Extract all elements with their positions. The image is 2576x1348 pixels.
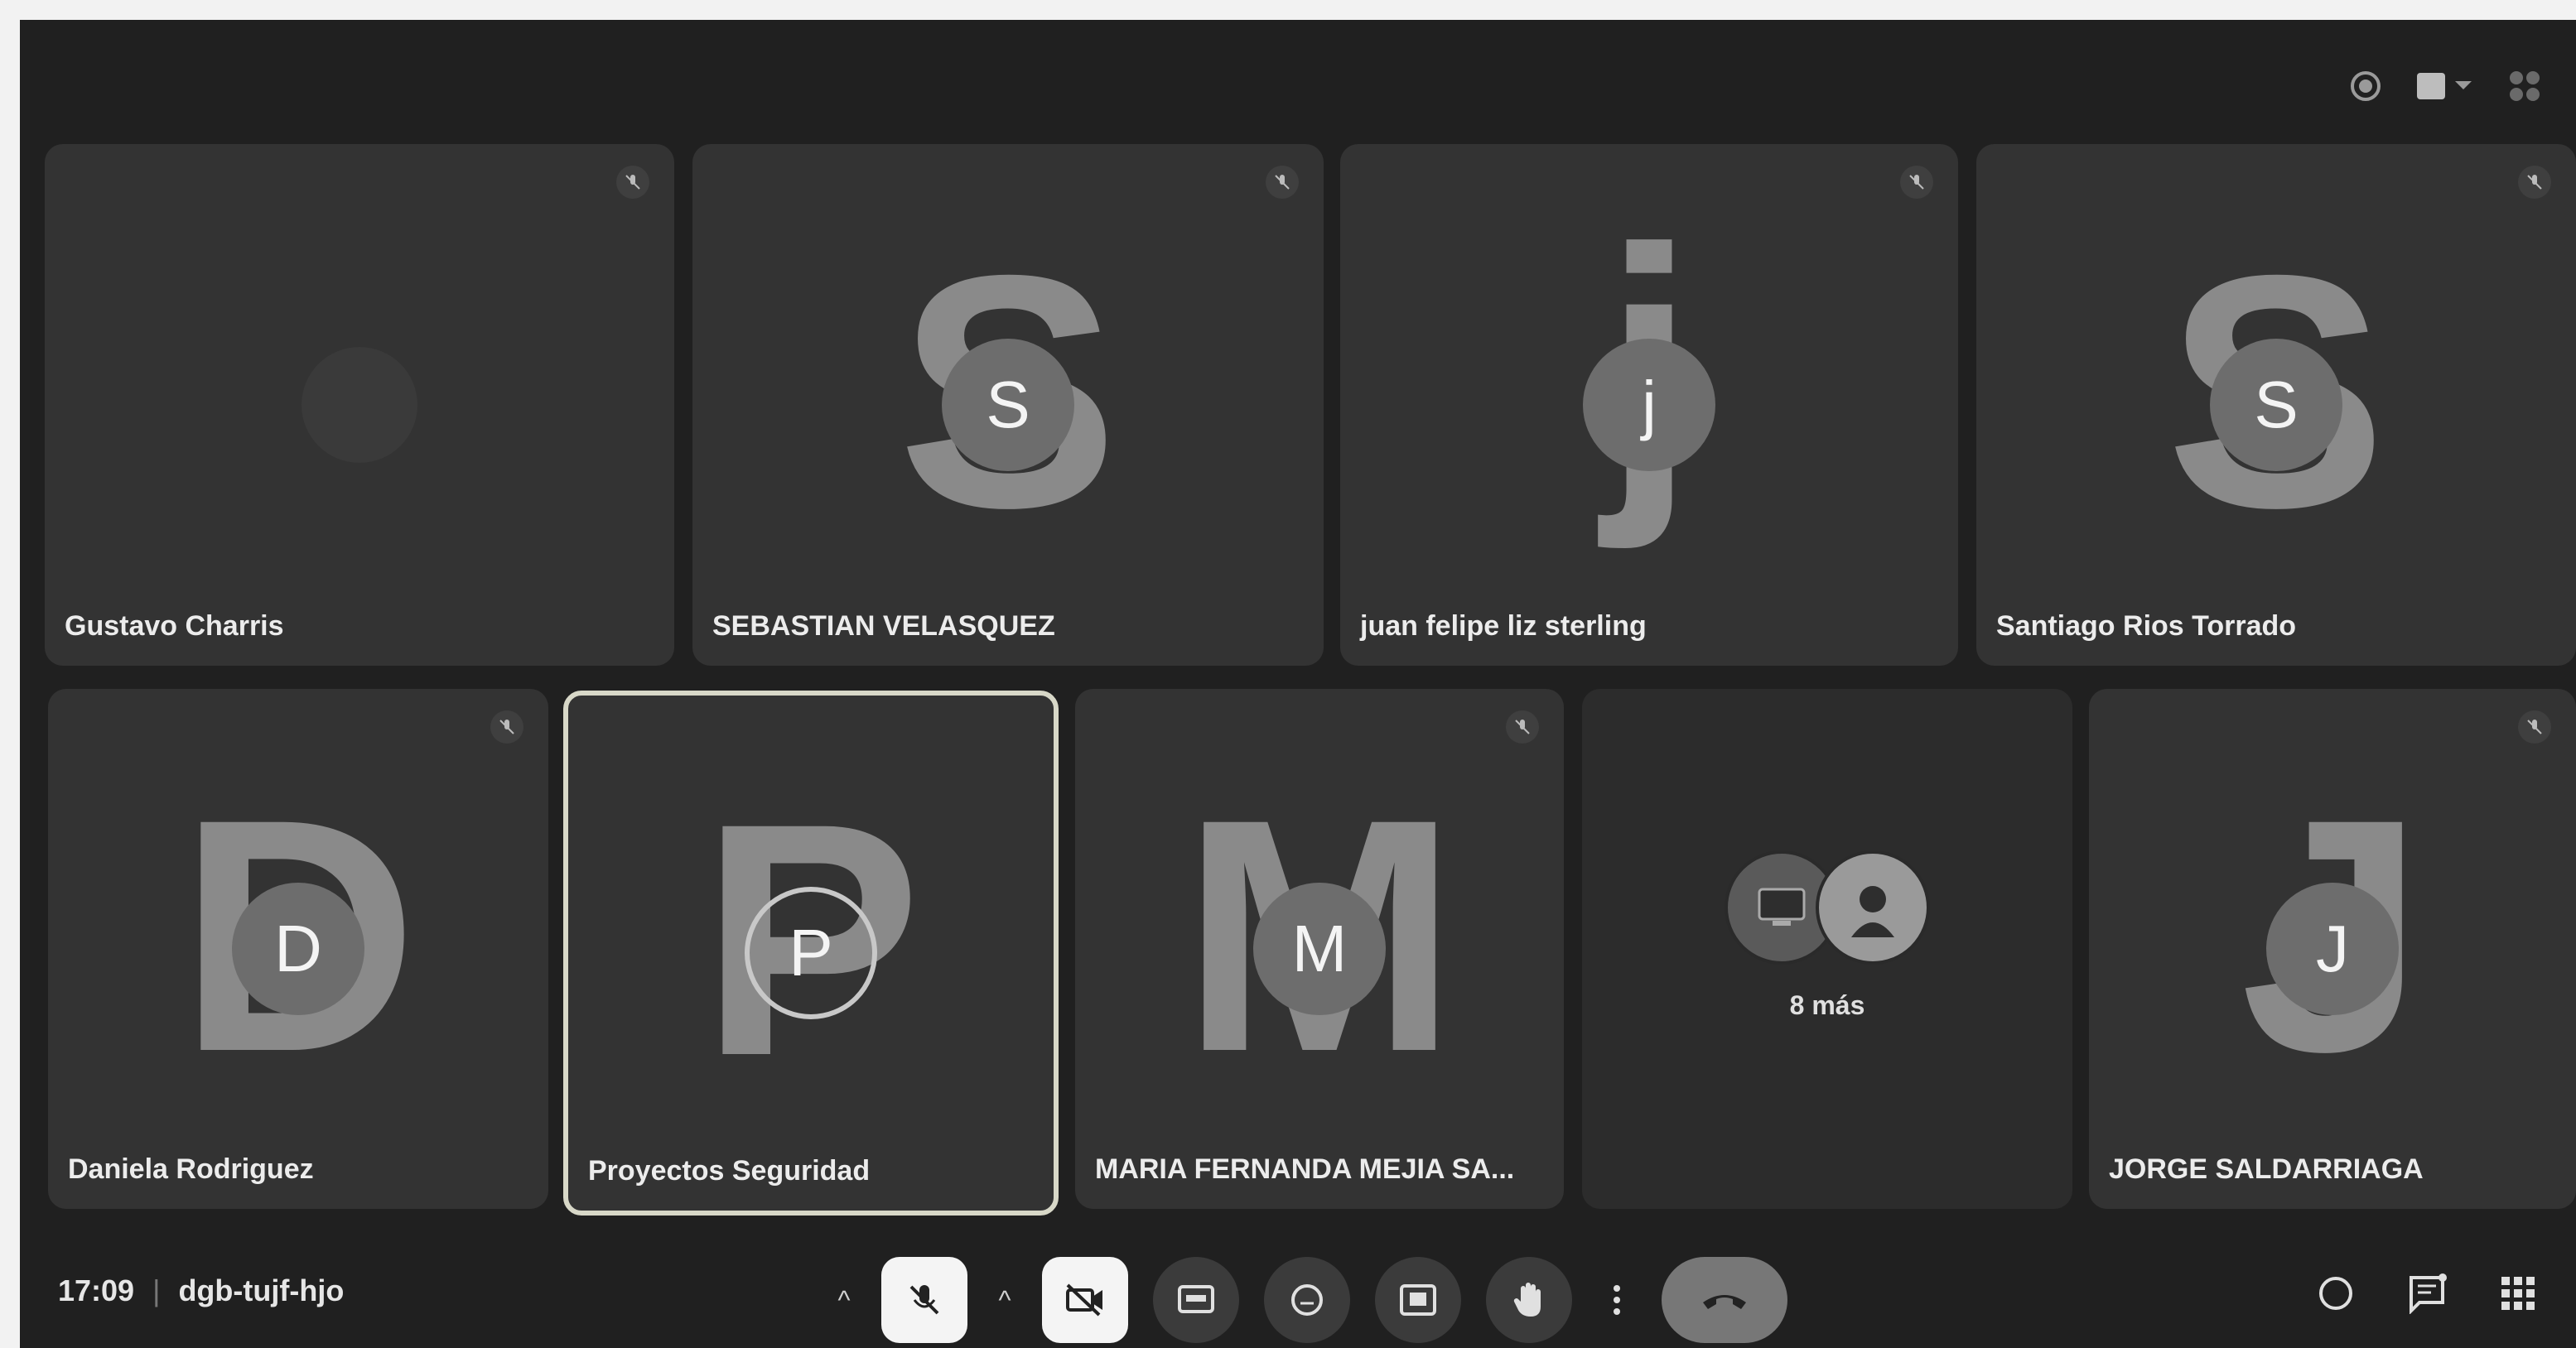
more-avatars — [1725, 850, 1930, 965]
meeting-code: dgb-tujf-hjo — [178, 1273, 345, 1307]
divider: | — [152, 1273, 161, 1307]
participant-tile[interactable]: Gustavo Charris — [45, 144, 674, 666]
chat-button[interactable] — [2402, 1269, 2452, 1318]
record-indicator-icon[interactable] — [2349, 70, 2382, 103]
avatar — [1816, 850, 1930, 965]
participant-name: Santiago Rios Torrado — [1996, 610, 2297, 642]
participant-name: MARIA FERNANDA MEJIA SA... — [1095, 1153, 1515, 1185]
more-options-button[interactable] — [1597, 1257, 1637, 1343]
mic-off-icon — [1900, 166, 1933, 199]
mic-off-icon — [490, 710, 523, 744]
participant-tile[interactable]: S S Santiago Rios Torrado — [1976, 144, 2576, 666]
more-participants-tile[interactable]: 8 más — [1582, 689, 2072, 1209]
bottom-control-bar: 17:09 | dgb-tujf-hjo ^ ^ — [20, 1240, 2576, 1348]
chevron-up-icon[interactable]: ^ — [832, 1285, 856, 1316]
raise-hand-button[interactable] — [1486, 1257, 1572, 1343]
end-call-button[interactable] — [1662, 1257, 1787, 1343]
avatar — [301, 347, 417, 463]
call-controls: ^ ^ — [832, 1257, 1787, 1343]
emoji-button[interactable] — [1264, 1257, 1350, 1343]
participant-name: Daniela Rodriguez — [68, 1153, 314, 1185]
avatar: M — [1253, 883, 1386, 1015]
mic-off-icon — [1506, 710, 1539, 744]
mic-off-icon — [1266, 166, 1299, 199]
meeting-details: 17:09 | dgb-tujf-hjo — [58, 1273, 344, 1308]
participant-tile[interactable]: J J JORGE SALDARRIAGA — [2089, 689, 2576, 1209]
mic-off-icon — [2518, 166, 2551, 199]
meet-screen: Gustavo Charris S S SEBASTIAN VELASQUEZ … — [20, 20, 2576, 1348]
participant-tile[interactable]: S S SEBASTIAN VELASQUEZ — [692, 144, 1324, 666]
chevron-up-icon[interactable]: ^ — [992, 1285, 1017, 1316]
more-participants-label: 8 más — [1789, 990, 1865, 1021]
mic-toggle-button[interactable] — [881, 1257, 967, 1343]
avatar: S — [2210, 339, 2342, 471]
mic-off-icon — [2518, 710, 2551, 744]
participant-name: Gustavo Charris — [65, 610, 284, 642]
top-toolbar — [2349, 68, 2543, 104]
avatar: S — [942, 339, 1074, 471]
avatar: P — [745, 887, 877, 1019]
side-panel-controls — [2311, 1269, 2543, 1318]
participant-name: SEBASTIAN VELASQUEZ — [712, 610, 1055, 642]
participant-tile[interactable]: D D Daniela Rodriguez — [48, 689, 548, 1209]
avatar: J — [2266, 883, 2399, 1015]
meeting-time: 17:09 — [58, 1273, 135, 1307]
layout-icon[interactable] — [2415, 70, 2473, 103]
participant-name: JORGE SALDARRIAGA — [2109, 1153, 2424, 1185]
participant-name: juan felipe liz sterling — [1360, 610, 1647, 642]
captions-button[interactable] — [1153, 1257, 1239, 1343]
info-button[interactable] — [2311, 1269, 2361, 1318]
participant-name: Proyectos Seguridad — [588, 1155, 871, 1187]
participant-tile[interactable]: M M MARIA FERNANDA MEJIA SA... — [1075, 689, 1564, 1209]
people-grid-icon[interactable] — [2506, 68, 2543, 104]
avatar: D — [232, 883, 364, 1015]
avatar: j — [1583, 339, 1715, 471]
apps-button[interactable] — [2493, 1269, 2543, 1318]
participant-tile-speaking[interactable]: P P Proyectos Seguridad — [563, 691, 1059, 1216]
present-button[interactable] — [1375, 1257, 1461, 1343]
camera-toggle-button[interactable] — [1042, 1257, 1128, 1343]
mic-off-icon — [616, 166, 649, 199]
participant-tile[interactable]: j j juan felipe liz sterling — [1340, 144, 1958, 666]
